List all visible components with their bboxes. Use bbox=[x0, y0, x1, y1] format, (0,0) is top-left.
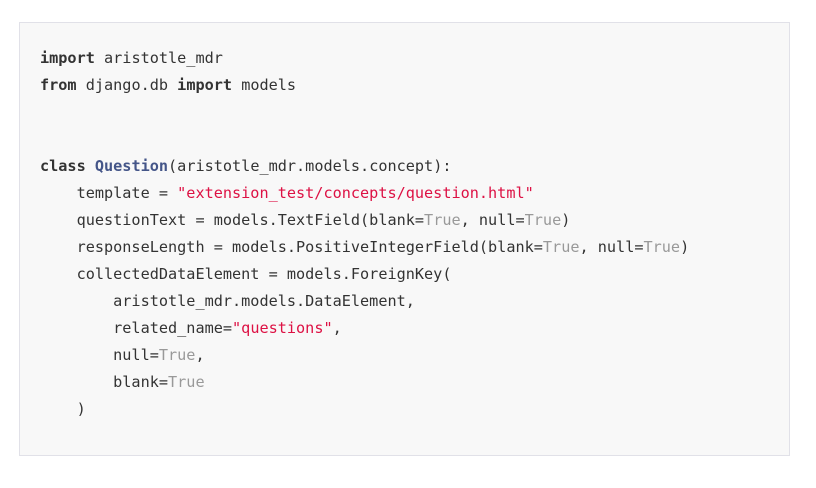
keyword-token: import bbox=[40, 49, 95, 67]
string-token: "extension_test/concepts/question.html" bbox=[177, 184, 534, 202]
code-line: template = "extension_test/concepts/ques… bbox=[40, 180, 769, 207]
code-line: from django.db import models bbox=[40, 72, 769, 99]
boolean-token: True bbox=[524, 211, 562, 229]
boolean-token: True bbox=[168, 373, 205, 391]
code-text: questionText = models.TextField(blank= bbox=[40, 211, 425, 229]
code-line: related_name="questions", bbox=[40, 315, 769, 342]
code-text: blank= bbox=[40, 373, 169, 391]
code-text: , bbox=[195, 346, 205, 364]
code-text: collectedDataElement = models.ForeignKey… bbox=[40, 265, 452, 283]
code-text: related_name= bbox=[40, 319, 233, 337]
string-token: "questions" bbox=[232, 319, 333, 337]
code-text: , null= bbox=[579, 238, 644, 256]
boolean-token: True bbox=[643, 238, 681, 256]
code-line: aristotle_mdr.models.DataElement, bbox=[40, 288, 769, 315]
code-line: ​ bbox=[40, 99, 769, 126]
code-line: import aristotle_mdr bbox=[40, 45, 769, 72]
keyword-token: import bbox=[177, 76, 233, 94]
boolean-token: True bbox=[424, 211, 461, 229]
code-line: responseLength = models.PositiveIntegerF… bbox=[40, 234, 769, 261]
code-text: ) bbox=[40, 400, 86, 418]
code-text: ) bbox=[561, 211, 571, 229]
code-text: aristotle_mdr.models.DataElement, bbox=[40, 292, 415, 310]
code-line: null=True, bbox=[40, 342, 769, 369]
code-line: blank=True bbox=[40, 369, 769, 396]
code-text: , bbox=[332, 319, 342, 337]
code-text: models bbox=[232, 76, 297, 94]
code-text: django.db bbox=[76, 76, 178, 94]
boolean-token: True bbox=[158, 346, 196, 364]
code-line: ​ bbox=[40, 126, 769, 153]
code-text: , null= bbox=[460, 211, 525, 229]
code-text: responseLength = models.PositiveIntegerF… bbox=[40, 238, 543, 256]
keyword-token: class bbox=[40, 157, 86, 175]
code-line: ) bbox=[40, 396, 769, 423]
code-text: template = bbox=[40, 184, 178, 202]
code-text: (aristotle_mdr.models.concept): bbox=[168, 157, 452, 175]
code-line: questionText = models.TextField(blank=Tr… bbox=[40, 207, 769, 234]
boolean-token: True bbox=[542, 238, 580, 256]
class-name-token: Question bbox=[94, 157, 169, 175]
code-text: null= bbox=[40, 346, 159, 364]
code-block: import aristotle_mdr from django.db impor… bbox=[19, 22, 790, 456]
code-line: collectedDataElement = models.ForeignKey… bbox=[40, 261, 769, 288]
code-text: ) bbox=[680, 238, 690, 256]
code-line: class Question(aristotle_mdr.models.conc… bbox=[40, 153, 769, 180]
code-listing: import aristotle_mdr from django.db impor… bbox=[40, 45, 769, 423]
code-text: aristotle_mdr bbox=[94, 49, 223, 67]
keyword-token: from bbox=[40, 76, 77, 94]
